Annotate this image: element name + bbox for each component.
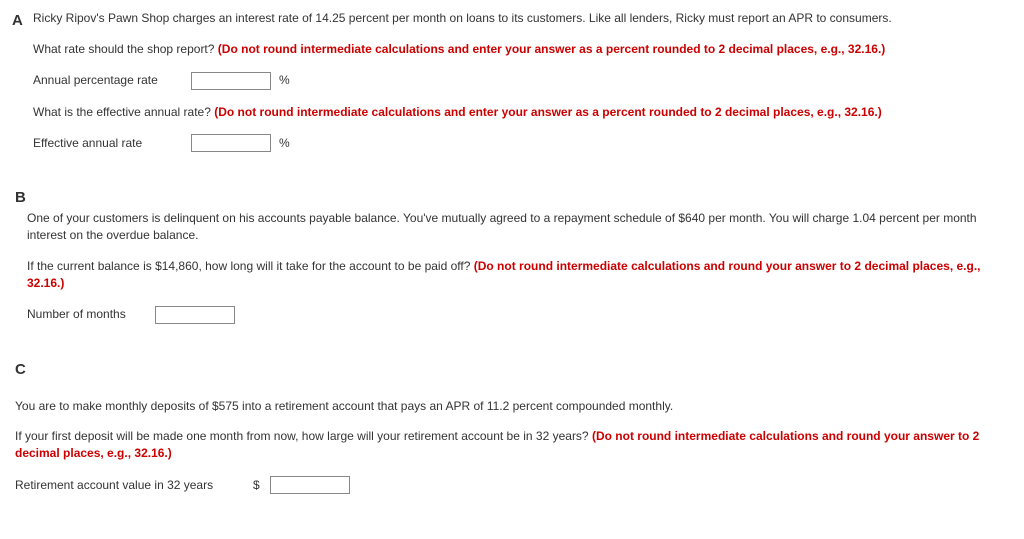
question-b-intro: One of your customers is delinquent on h… xyxy=(15,210,1009,244)
question-a: A Ricky Ripov's Pawn Shop charges an int… xyxy=(15,10,1009,152)
ear-answer-row: Effective annual rate % xyxy=(33,134,1009,152)
question-letter-b: B xyxy=(15,189,26,206)
question-a-q2: What is the effective annual rate? (Do n… xyxy=(33,104,1009,121)
ear-input[interactable] xyxy=(191,134,271,152)
ear-unit: % xyxy=(279,135,290,152)
question-c-q-prompt: If your first deposit will be made one m… xyxy=(15,429,592,443)
question-a-q2-prompt: What is the effective annual rate? xyxy=(33,105,214,119)
question-a-intro: Ricky Ripov's Pawn Shop charges an inter… xyxy=(33,10,1009,27)
question-a-q1-instruction: (Do not round intermediate calculations … xyxy=(218,42,886,56)
months-answer-row: Number of months xyxy=(15,306,1009,324)
question-a-q1: What rate should the shop report? (Do no… xyxy=(33,41,1009,58)
value-answer-row: Retirement account value in 32 years $ xyxy=(15,476,1009,494)
question-a-q2-instruction: (Do not round intermediate calculations … xyxy=(214,105,882,119)
question-c-q: If your first deposit will be made one m… xyxy=(15,428,1009,462)
question-c-content: You are to make monthly deposits of $575… xyxy=(15,398,1009,494)
months-input[interactable] xyxy=(155,306,235,324)
value-input[interactable] xyxy=(270,476,350,494)
apr-input[interactable] xyxy=(191,72,271,90)
question-c: C You are to make monthly deposits of $5… xyxy=(15,359,1009,494)
question-b: B One of your customers is delinquent on… xyxy=(15,187,1009,323)
apr-label: Annual percentage rate xyxy=(33,72,183,89)
question-letter-c: C xyxy=(15,361,26,378)
question-b-q-prompt: If the current balance is $14,860, how l… xyxy=(27,259,474,273)
value-prefix: $ xyxy=(253,477,260,494)
question-letter-a: A xyxy=(12,10,23,31)
ear-label: Effective annual rate xyxy=(33,135,183,152)
apr-answer-row: Annual percentage rate % xyxy=(33,72,1009,90)
question-a-q1-prompt: What rate should the shop report? xyxy=(33,42,218,56)
question-c-intro: You are to make monthly deposits of $575… xyxy=(15,398,1009,415)
question-b-q: If the current balance is $14,860, how l… xyxy=(15,258,1009,292)
months-label: Number of months xyxy=(27,306,147,323)
apr-unit: % xyxy=(279,72,290,89)
question-b-content: One of your customers is delinquent on h… xyxy=(15,210,1009,323)
question-c-header: C xyxy=(15,359,1009,380)
value-label: Retirement account value in 32 years xyxy=(15,477,245,494)
question-a-content: Ricky Ripov's Pawn Shop charges an inter… xyxy=(15,10,1009,152)
question-b-header: B xyxy=(15,187,1009,208)
